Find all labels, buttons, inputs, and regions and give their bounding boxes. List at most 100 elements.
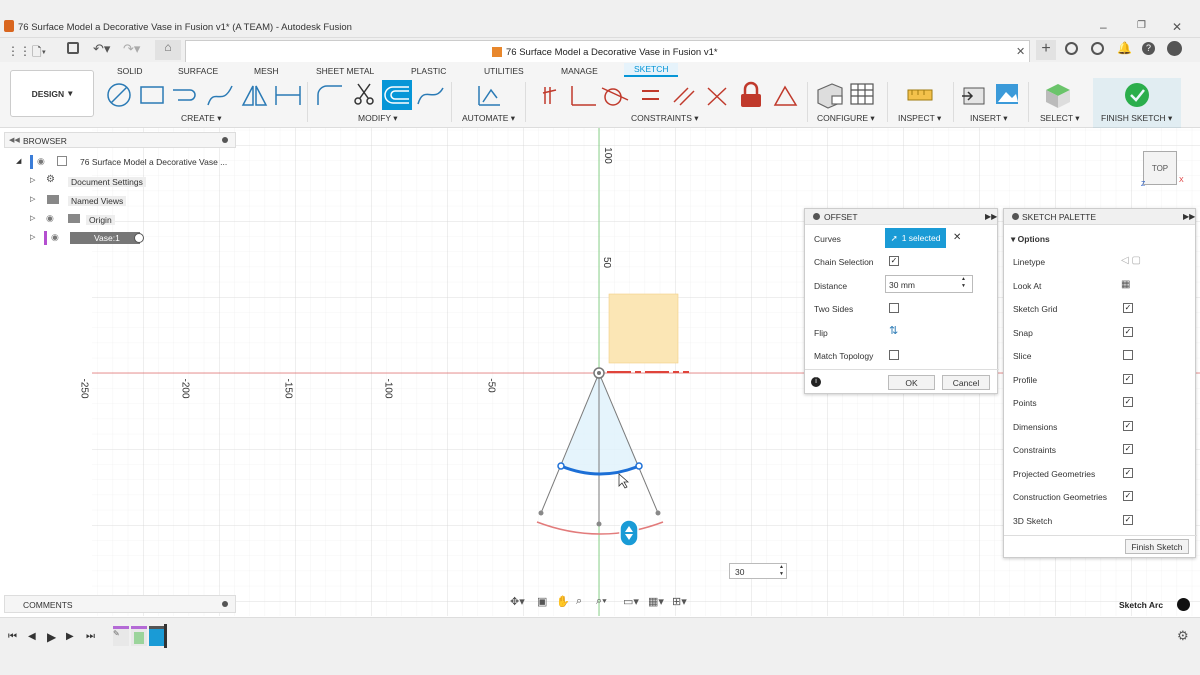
timeline-feature-sketch[interactable]: ✎ — [113, 626, 129, 646]
go-to-start-icon[interactable]: ⏮ — [8, 631, 17, 642]
tab-sketch[interactable]: SKETCH — [624, 63, 679, 77]
canvas-distance-stepper[interactable]: ▲ ▼ — [779, 564, 784, 578]
group-create[interactable]: CREATE ▾ — [181, 113, 221, 124]
tab-sheet-metal[interactable]: SHEET METAL — [316, 66, 374, 76]
finish-sketch-button[interactable]: Finish Sketch — [1125, 539, 1189, 554]
comments-pin-icon[interactable] — [222, 601, 228, 607]
timeline-feature-surface[interactable] — [131, 626, 147, 646]
pan-icon[interactable]: ✋ — [556, 595, 570, 608]
group-inspect[interactable]: INSPECT ▾ — [898, 113, 941, 124]
palette-row-checkbox[interactable]: ✓ — [1123, 514, 1133, 525]
distance-input[interactable]: 30 mm — [885, 275, 973, 293]
palette-row-checkbox[interactable]: ✓ — [1123, 467, 1133, 478]
expand-triangle-icon[interactable]: ▷ — [30, 176, 35, 184]
redo-icon[interactable]: ↷▾ — [123, 41, 140, 57]
view-cube[interactable]: TOP — [1143, 151, 1177, 185]
notifications-icon[interactable]: 🔔 — [1117, 41, 1132, 55]
comments-panel-header[interactable]: COMMENTS — [4, 595, 236, 613]
help-icon[interactable]: ? — [1142, 42, 1155, 55]
play-icon[interactable]: ▶ — [47, 630, 56, 644]
group-modify[interactable]: MODIFY ▾ — [358, 113, 398, 124]
file-icon[interactable]: 🗋▾ — [32, 43, 46, 64]
sketch-palette-header[interactable]: SKETCH PALETTE ▶▶ — [1004, 209, 1195, 225]
palette-row-checkbox[interactable]: ✓ — [1123, 420, 1133, 431]
go-to-end-icon[interactable]: ⏭ — [86, 631, 95, 642]
options-section-header[interactable]: ▾ Options — [1011, 234, 1050, 245]
tab-utilities[interactable]: UTILITIES — [484, 66, 524, 76]
palette-row-checkbox[interactable]: ✓ — [1123, 326, 1133, 337]
tree-item-named-views[interactable]: ▷ Named Views — [30, 193, 150, 208]
radio-activate-icon[interactable] — [134, 233, 144, 243]
grid-menu-icon[interactable]: ⋮⋮ — [7, 44, 31, 58]
expand-icon[interactable]: ▶▶ — [1183, 212, 1195, 221]
zoom-icon[interactable]: ⌕ — [576, 595, 582, 608]
tree-item-vase[interactable]: ▷ ◉ Vase:1 — [30, 231, 150, 246]
look-at-icon[interactable]: ▣ — [537, 595, 547, 608]
minimize-button[interactable]: – — [1100, 20, 1107, 34]
tab-solid[interactable]: SOLID — [117, 66, 143, 76]
palette-row-checkbox[interactable]: ✓ — [1123, 397, 1133, 407]
tree-item-origin[interactable]: ▷ ◉ Origin — [30, 212, 150, 227]
flip-icon[interactable]: ⇅ — [889, 324, 898, 337]
step-forward-icon[interactable]: ▶ — [66, 631, 74, 642]
tab-manage[interactable]: MANAGE — [561, 66, 598, 76]
viewports-icon[interactable]: ⊞▾ — [672, 595, 687, 608]
display-settings-icon[interactable]: ▭▾ — [623, 595, 639, 608]
palette-row-checkbox[interactable]: ✓ — [1123, 491, 1133, 501]
new-tab-button[interactable]: + — [1036, 40, 1056, 60]
look-at-icon[interactable]: ▦ — [1121, 279, 1130, 290]
step-back-icon[interactable]: ◀ — [28, 631, 36, 642]
curves-selection-button[interactable]: ➚ 1 selected — [885, 228, 946, 248]
expand-triangle-icon[interactable]: ▷ — [30, 195, 35, 203]
tab-mesh[interactable]: MESH — [254, 66, 279, 76]
linetype-icon[interactable]: ◁ ▢ — [1121, 255, 1141, 266]
orbit-icon[interactable]: ✥▾ — [510, 595, 525, 608]
undo-icon[interactable]: ↶▾ — [93, 41, 110, 57]
visibility-eye-icon[interactable]: ◉ — [46, 213, 54, 224]
group-select[interactable]: SELECT ▾ — [1040, 113, 1080, 124]
job-status-icon[interactable] — [1091, 42, 1104, 55]
visibility-eye-icon[interactable]: ◉ — [37, 156, 45, 167]
chain-selection-checkbox[interactable]: ✓ — [889, 256, 899, 266]
timeline-settings-gear-icon[interactable]: ⚙ — [1177, 628, 1189, 644]
timeline-marker[interactable] — [164, 624, 167, 648]
extensions-icon[interactable] — [1065, 42, 1078, 55]
browser-panel-header[interactable]: ◀◀ BROWSER — [4, 132, 236, 148]
offset-dialog-header[interactable]: OFFSET ▶▶ — [805, 209, 997, 225]
grid-settings-icon[interactable]: ▦▾ — [648, 595, 664, 608]
clear-selection-icon[interactable]: ✕ — [953, 232, 961, 243]
visibility-eye-icon[interactable]: ◉ — [51, 232, 59, 243]
palette-row-checkbox[interactable] — [1123, 350, 1133, 360]
avatar[interactable] — [1167, 41, 1182, 56]
palette-row-checkbox[interactable]: ✓ — [1123, 444, 1133, 454]
group-configure[interactable]: CONFIGURE ▾ — [817, 113, 875, 124]
palette-row-checkbox[interactable]: ✓ — [1123, 303, 1133, 313]
tree-root-row[interactable]: ◢ ◉ 76 Surface Model a Decorative Vase .… — [16, 155, 236, 170]
tab-plastic[interactable]: PLASTIC — [411, 66, 446, 76]
browser-pin-icon[interactable] — [222, 137, 228, 143]
ok-button[interactable]: OK — [888, 375, 935, 390]
zoom-window-icon[interactable]: ⌕▾ — [596, 595, 607, 608]
save-icon[interactable] — [67, 42, 79, 54]
close-window-button[interactable]: ✕ — [1172, 20, 1182, 34]
group-constraints[interactable]: CONSTRAINTS ▾ — [631, 113, 699, 124]
distance-stepper[interactable]: ▲ ▼ — [961, 276, 966, 290]
expand-icon[interactable]: ▶▶ — [985, 212, 997, 221]
timeline-feature-active-sketch[interactable] — [149, 626, 165, 646]
info-icon[interactable]: i — [811, 377, 821, 387]
two-sides-checkbox[interactable] — [889, 303, 899, 313]
palette-row-checkbox[interactable]: ✓ — [1123, 373, 1133, 384]
match-topology-checkbox[interactable] — [889, 350, 899, 360]
document-tab[interactable]: 76 Surface Model a Decorative Vase in Fu… — [185, 40, 1030, 62]
cancel-button[interactable]: Cancel — [942, 375, 990, 390]
collapse-triangle-icon[interactable]: ◢ — [16, 157, 21, 165]
close-tab-icon[interactable]: ✕ — [1016, 45, 1025, 58]
tree-item-document-settings[interactable]: ▷ ⚙ Document Settings — [30, 174, 150, 189]
group-finish-sketch[interactable]: FINISH SKETCH ▾ — [1101, 113, 1172, 124]
expand-triangle-icon[interactable]: ▷ — [30, 214, 35, 222]
expand-triangle-icon[interactable]: ▷ — [30, 233, 35, 241]
collapse-icon[interactable]: ◀◀ — [9, 136, 20, 144]
group-automate[interactable]: AUTOMATE ▾ — [462, 113, 515, 124]
maximize-button[interactable]: ❐ — [1137, 20, 1146, 31]
group-insert[interactable]: INSERT ▾ — [970, 113, 1008, 124]
